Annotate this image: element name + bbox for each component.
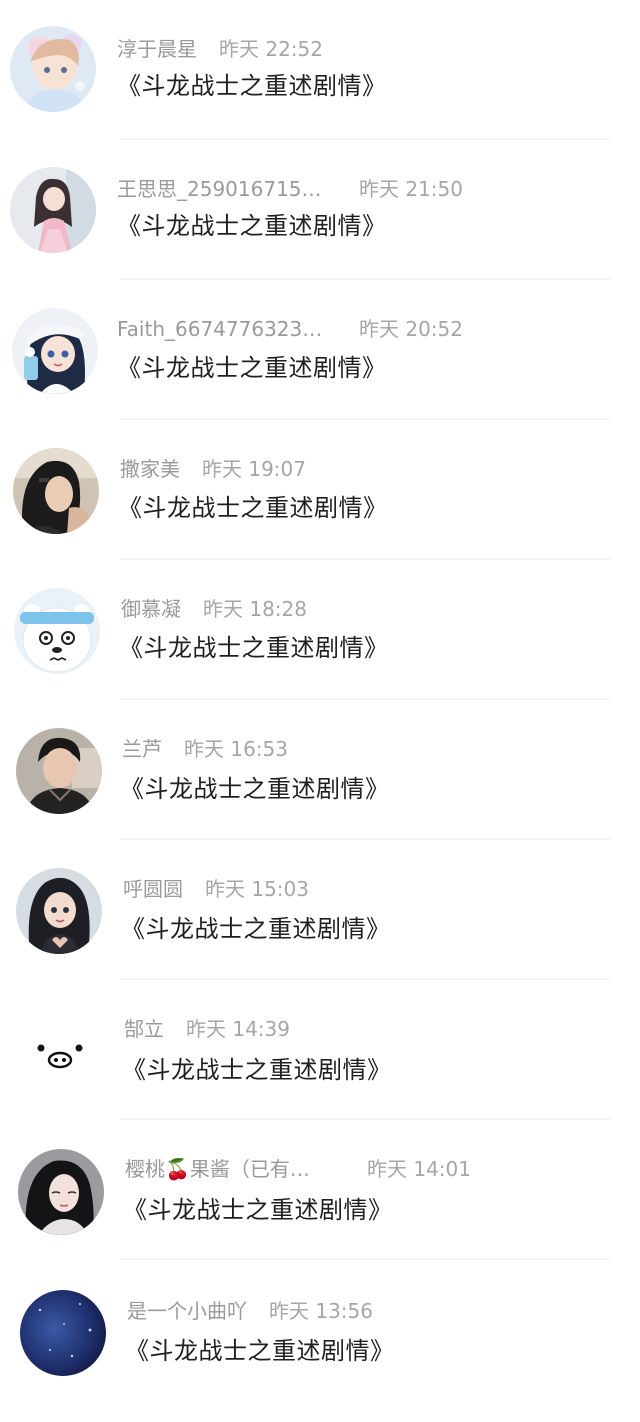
username[interactable]: Faith_6674776323…	[117, 314, 359, 344]
comment-item[interactable]: 兰芦 昨天 16:53 《斗龙战士之重述剧情》	[0, 700, 640, 840]
anime-girl-hat-drink-avatar-icon[interactable]	[12, 308, 98, 394]
comment-item[interactable]: 淳于晨星 昨天 22:52 《斗龙战士之重述剧情》	[0, 0, 640, 140]
comment-item[interactable]: 王思思_259016715… 昨天 21:50 《斗龙战士之重述剧情》	[0, 140, 640, 280]
username[interactable]: 呼圆圆	[123, 874, 183, 904]
comment-item[interactable]: Faith_6674776323… 昨天 20:52 《斗龙战士之重述剧情》	[0, 280, 640, 420]
timestamp: 昨天 22:52	[219, 37, 323, 61]
comment-text: 《斗龙战士之重述剧情》	[125, 1337, 395, 1365]
timestamp: 昨天 15:03	[205, 877, 309, 901]
comment-text: 《斗龙战士之重述剧情》	[117, 212, 387, 240]
comment-text: 《斗龙战士之重述剧情》	[119, 634, 389, 662]
timestamp: 昨天 14:39	[186, 1017, 290, 1041]
comment-meta: 御慕凝 昨天 18:28	[121, 594, 307, 624]
timestamp: 昨天 21:50	[359, 177, 463, 201]
username[interactable]: 撒家美	[120, 454, 180, 484]
comment-text: 《斗龙战士之重述剧情》	[117, 354, 387, 382]
comment-meta: 樱桃🍒果酱（已有… 昨天 14:01	[125, 1154, 471, 1184]
username[interactable]: 淳于晨星	[117, 34, 197, 64]
blue-night-sky-avatar-icon[interactable]	[20, 1290, 106, 1376]
man-photo-avatar-icon[interactable]	[16, 728, 102, 814]
comment-meta: 淳于晨星 昨天 22:52	[117, 34, 323, 64]
comment-item[interactable]: 御慕凝 昨天 18:28 《斗龙战士之重述剧情》	[0, 560, 640, 700]
comment-item[interactable]: 撒家美 昨天 19:07 《斗龙战士之重述剧情》	[0, 420, 640, 560]
comment-text: 《斗龙战士之重述剧情》	[121, 915, 391, 943]
username[interactable]: 是一个小曲吖	[127, 1296, 247, 1326]
anime-boy-avatar-icon[interactable]	[10, 26, 96, 112]
timestamp: 昨天 20:52	[359, 317, 463, 341]
comment-meta: 呼圆圆 昨天 15:03	[123, 874, 309, 904]
timestamp: 昨天 18:28	[203, 597, 307, 621]
username[interactable]: 王思思_259016715…	[117, 174, 359, 204]
timestamp: 昨天 19:07	[202, 457, 306, 481]
comment-text: 《斗龙战士之重述剧情》	[118, 494, 388, 522]
timestamp: 昨天 14:01	[367, 1157, 471, 1181]
comment-meta: 撒家美 昨天 19:07	[120, 454, 306, 484]
comment-text: 《斗龙战士之重述剧情》	[122, 1056, 392, 1084]
comment-text: 《斗龙战士之重述剧情》	[120, 775, 390, 803]
comment-item[interactable]: 呼圆圆 昨天 15:03 《斗龙战士之重述剧情》	[0, 840, 640, 980]
timestamp: 昨天 13:56	[269, 1299, 373, 1323]
comment-meta: 是一个小曲吖 昨天 13:56	[127, 1296, 373, 1326]
comment-meta: 王思思_259016715… 昨天 21:50	[117, 174, 463, 204]
username[interactable]: 兰芦	[122, 734, 162, 764]
username[interactable]: 樱桃🍒果酱（已有…	[125, 1154, 367, 1184]
comment-meta: 兰芦 昨天 16:53	[122, 734, 288, 764]
polar-bear-avatar-icon[interactable]	[14, 588, 100, 674]
comment-text: 《斗龙战士之重述剧情》	[123, 1196, 393, 1224]
comment-item[interactable]: 郜立 昨天 14:39 《斗龙战士之重述剧情》	[0, 980, 640, 1120]
3d-girl-heart-avatar-icon[interactable]	[16, 868, 102, 954]
woman-photo-avatar-icon[interactable]	[18, 1149, 104, 1235]
username[interactable]: 郜立	[124, 1014, 164, 1044]
comment-item[interactable]: 樱桃🍒果酱（已有… 昨天 14:01 《斗龙战士之重述剧情》	[0, 1120, 640, 1260]
timestamp: 昨天 16:53	[184, 737, 288, 761]
username[interactable]: 御慕凝	[121, 594, 181, 624]
anime-girl-pink-dress-avatar-icon[interactable]	[10, 167, 96, 253]
comment-item[interactable]: 是一个小曲吖 昨天 13:56 《斗龙战士之重述剧情》	[0, 1260, 640, 1400]
comment-meta: Faith_6674776323… 昨天 20:52	[117, 314, 463, 344]
pig-face-avatar-icon[interactable]	[17, 1008, 103, 1094]
comment-text: 《斗龙战士之重述剧情》	[117, 72, 387, 100]
girl-photo-avatar-icon[interactable]	[13, 448, 99, 534]
comment-meta: 郜立 昨天 14:39	[124, 1014, 290, 1044]
